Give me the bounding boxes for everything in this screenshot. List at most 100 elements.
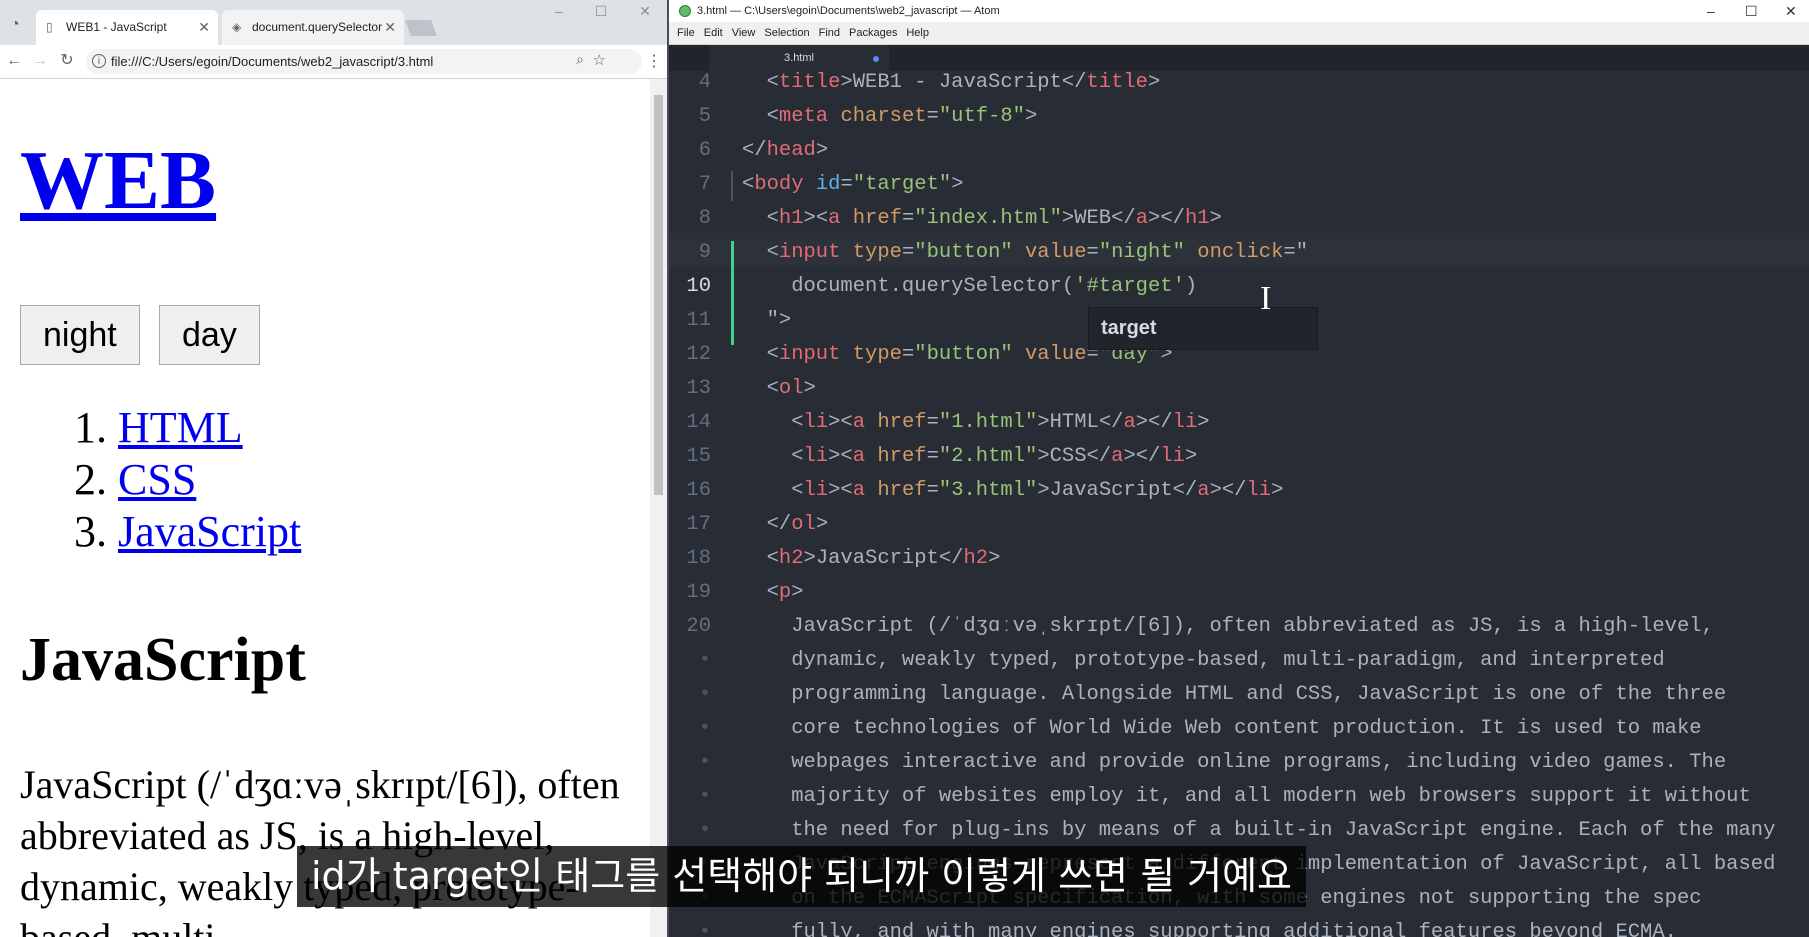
line-number: 20 — [686, 615, 711, 638]
minimize-button[interactable]: – — [1707, 0, 1715, 22]
bookmark-star-icon[interactable]: ☆ — [593, 51, 606, 69]
git-modified-bar — [731, 241, 734, 345]
line-number: 8 — [698, 207, 711, 230]
code-line: the need for plug-ins by means of a buil… — [742, 819, 1776, 842]
code-line-current: document.querySelector('#target') — [742, 275, 1198, 298]
url-text[interactable]: file:///C:/Users/egoin/Documents/web2_ja… — [111, 49, 433, 74]
line-number: 7 — [698, 173, 711, 196]
page-list: 1. HTML 2. CSS 3. JavaScript — [74, 402, 301, 558]
editor-tabbar: 3.html — [669, 45, 1809, 72]
code-editor[interactable]: 4 5 6 7 8 9 10 11 12 13 14 15 16 17 18 1… — [669, 71, 1809, 937]
menu-view[interactable]: View — [732, 27, 756, 39]
code-line: </ol> — [742, 513, 829, 536]
window-title: 3.html — C:\Users\egoin\Documents\web2_j… — [697, 5, 1000, 17]
section-heading: JavaScript — [20, 626, 306, 694]
modified-dot-icon — [873, 56, 879, 62]
tab-close-icon[interactable]: ✕ — [384, 10, 396, 45]
menu-packages[interactable]: Packages — [849, 27, 897, 39]
minimize-button[interactable]: – — [545, 2, 573, 20]
code-line: <h2>JavaScript</h2> — [742, 547, 1001, 570]
line-number: 13 — [686, 377, 711, 400]
close-button[interactable]: ✕ — [631, 2, 659, 20]
code-line: <li><a href="1.html">HTML</a></li> — [742, 411, 1210, 434]
mdn-icon: ◈ — [232, 20, 242, 34]
menu-icon[interactable]: ⋮ — [646, 51, 662, 71]
atom-logo-icon — [679, 5, 691, 17]
code-line: <p> — [742, 581, 804, 604]
list-number: 3. — [74, 507, 107, 556]
line-number: 19 — [686, 581, 711, 604]
code-line: core technologies of World Wide Web cont… — [742, 717, 1702, 740]
list-item: 2. CSS — [74, 454, 301, 506]
menu-bar: File Edit View Selection Find Packages Help — [669, 22, 1809, 45]
address-bar[interactable]: i file:///C:/Users/egoin/Documents/web2_… — [86, 49, 642, 74]
tab-close-icon[interactable]: ✕ — [198, 10, 210, 45]
code-line: "> — [742, 309, 792, 332]
code-line: <body id="target"> — [742, 173, 964, 196]
line-number: 9 — [698, 241, 711, 264]
wrap-marker: • — [698, 717, 711, 740]
page-scrollbar[interactable] — [650, 79, 667, 937]
maximize-button[interactable]: ☐ — [587, 2, 615, 20]
code-line: <meta charset="utf-8"> — [742, 105, 1038, 128]
line-number: 14 — [686, 411, 711, 434]
tab-title: WEB1 - JavaScript — [66, 20, 167, 34]
wrap-marker: • — [698, 921, 711, 937]
autocomplete-suggestion[interactable]: target — [1101, 317, 1157, 340]
scrollbar-thumb[interactable] — [654, 95, 663, 495]
line-number: 12 — [686, 343, 711, 366]
wrap-marker: • — [698, 819, 711, 842]
menu-help[interactable]: Help — [906, 27, 929, 39]
wrap-marker: • — [698, 785, 711, 808]
day-button[interactable]: day — [159, 305, 260, 365]
tab-queryselector[interactable]: ◈ document.querySelector ✕ — [222, 10, 404, 45]
line-number: 4 — [698, 71, 711, 94]
html-link[interactable]: HTML — [118, 403, 243, 452]
forward-icon[interactable]: → — [30, 51, 50, 71]
line-number: 18 — [686, 547, 711, 570]
video-subtitle: id가 target인 태그를 선택해야 되니까 이렇게 쓰면 될 거예요 — [297, 846, 1307, 907]
line-number: 15 — [686, 445, 711, 468]
browser-window: ◔ ▯ WEB1 - JavaScript ✕ ◈ document.query… — [0, 0, 667, 937]
javascript-link[interactable]: JavaScript — [118, 507, 301, 556]
zoom-icon[interactable]: ⌕ — [576, 51, 584, 68]
night-button[interactable]: night — [20, 305, 140, 365]
menu-selection[interactable]: Selection — [764, 27, 809, 39]
tab-3-html[interactable]: 3.html — [709, 45, 889, 72]
git-marker — [731, 171, 733, 201]
maximize-button[interactable]: ☐ — [1745, 0, 1758, 22]
menu-file[interactable]: File — [677, 27, 695, 39]
browser-toolbar: ← → ↻ i file:///C:/Users/egoin/Documents… — [0, 45, 667, 79]
code-line: programming language. Alongside HTML and… — [742, 683, 1727, 706]
web-home-link[interactable]: WEB — [20, 134, 216, 227]
close-button[interactable]: ✕ — [1785, 0, 1797, 22]
code-line: webpages interactive and provide online … — [742, 751, 1727, 774]
new-tab-button[interactable] — [405, 20, 437, 36]
info-icon[interactable]: i — [92, 54, 106, 68]
list-number: 1. — [74, 403, 107, 452]
code-line: <title>WEB1 - JavaScript</title> — [742, 71, 1161, 94]
back-icon[interactable]: ← — [4, 51, 24, 71]
code-line: majority of websites employ it, and all … — [742, 785, 1751, 808]
atom-window: 3.html — C:\Users\egoin\Documents\web2_j… — [667, 0, 1809, 937]
line-number: 10 — [686, 275, 711, 298]
page-content: WEB night day 1. HTML 2. CSS 3. JavaScript … — [0, 79, 650, 937]
code-line: <li><a href="3.html">JavaScript</a></li> — [742, 479, 1284, 502]
css-link[interactable]: CSS — [118, 455, 196, 504]
menu-find[interactable]: Find — [819, 27, 840, 39]
line-number: 5 — [698, 105, 711, 128]
wrap-marker: • — [698, 683, 711, 706]
menu-edit[interactable]: Edit — [704, 27, 723, 39]
wrap-marker: • — [698, 751, 711, 774]
tab-web1-javascript[interactable]: ▯ WEB1 - JavaScript ✕ — [36, 10, 218, 45]
atom-titlebar: 3.html — C:\Users\egoin\Documents\web2_j… — [669, 0, 1809, 22]
autocomplete-popup: target — [1088, 307, 1318, 350]
code-line: </head> — [742, 139, 829, 162]
code-line: <li><a href="2.html">CSS</a></li> — [742, 445, 1198, 468]
code-line: dynamic, weakly typed, prototype-based, … — [742, 649, 1665, 672]
line-number: 6 — [698, 139, 711, 162]
line-number: 17 — [686, 513, 711, 536]
reload-icon[interactable]: ↻ — [57, 51, 77, 71]
page-heading: WEB — [20, 139, 216, 223]
tab-title: 3.html — [784, 52, 814, 64]
